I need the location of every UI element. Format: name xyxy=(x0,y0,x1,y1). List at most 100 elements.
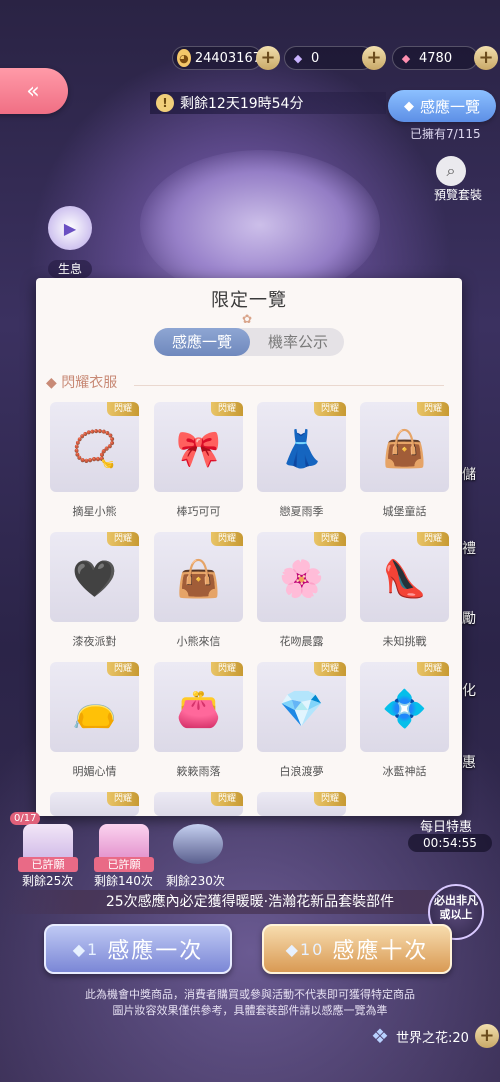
item-image: 🎀 xyxy=(176,428,221,470)
item-image: 👝 xyxy=(72,688,117,730)
item-name: 摘星小熊 xyxy=(72,505,117,518)
wish-remaining: 剩餘25次 xyxy=(22,874,74,888)
story-play-button[interactable]: ▶ xyxy=(48,206,92,250)
draw-ten-label: 感應十次 xyxy=(332,939,429,964)
item-image: 👜 xyxy=(382,428,427,470)
draw-once-button[interactable]: ◆1 感應一次 xyxy=(44,924,232,974)
item-card-partial[interactable]: 閃耀 xyxy=(154,792,243,816)
item-image: 🖤 xyxy=(72,558,117,600)
gem-add-button[interactable]: + xyxy=(474,46,498,70)
item-image: 💠 xyxy=(382,688,427,730)
coin-add-button[interactable]: + xyxy=(256,46,280,70)
back-button[interactable]: « xyxy=(0,68,68,114)
item-card[interactable]: 👜 閃耀 xyxy=(360,402,449,492)
side-menu-item[interactable]: 化 xyxy=(462,680,476,700)
item-image: 💎 xyxy=(279,688,324,730)
item-name: 棒巧可可 xyxy=(176,505,221,518)
coin-counter: ◕ 24403167 xyxy=(172,46,262,70)
item-card[interactable]: 🌸 閃耀 xyxy=(257,532,346,622)
wish-remaining: 剩餘230次 xyxy=(166,874,225,888)
wish-slot[interactable]: 已許願 xyxy=(94,824,154,872)
shining-tag: 閃耀 xyxy=(314,532,346,546)
crystal-icon: ◆ xyxy=(403,98,414,114)
limited-list-dialog: 限定一覽 ✿ 感應一覽 機率公示 ◆ 閃耀衣服 📿 閃耀 摘星小熊 🎀 閃耀 棒巧可可 👗 閃… xyxy=(36,278,462,816)
item-card[interactable]: 💠 閃耀 xyxy=(360,662,449,752)
item-card[interactable]: 🖤 閃耀 xyxy=(50,532,139,622)
preview-outfit-label: 預覽套裝 xyxy=(434,188,483,202)
coin-value: 24403167 xyxy=(194,50,261,66)
crystal-icon: ◆10 xyxy=(285,939,325,959)
daily-deal-timer: 00:54:55 xyxy=(408,834,492,852)
tab-gacha-list[interactable]: 感應一覽 xyxy=(154,328,250,356)
flower-ornament-icon: ✿ xyxy=(242,312,253,326)
gem-value: 4780 xyxy=(419,50,453,66)
diamond-value: 0 xyxy=(311,50,320,66)
side-menu-item[interactable]: 勵 xyxy=(462,608,476,628)
wish-item-image xyxy=(173,824,223,864)
item-card[interactable]: 👗 閃耀 xyxy=(257,402,346,492)
shining-tag: 閃耀 xyxy=(314,402,346,416)
item-card[interactable]: 🎀 閃耀 xyxy=(154,402,243,492)
wish-remaining: 剩餘140次 xyxy=(94,874,153,888)
wish-slot[interactable] xyxy=(168,824,228,872)
exclamation-icon: ! xyxy=(156,94,174,112)
preview-outfit-button[interactable]: ⌕ xyxy=(436,156,466,186)
shining-tag: 閃耀 xyxy=(211,402,243,416)
item-card[interactable]: 👜 閃耀 xyxy=(154,532,243,622)
draw-ten-button[interactable]: ◆10 感應十次 xyxy=(262,924,452,974)
wish-slot[interactable]: 已許願 xyxy=(18,824,78,872)
shining-tag: 閃耀 xyxy=(417,662,449,676)
item-card[interactable]: 👛 閃耀 xyxy=(154,662,243,752)
side-menu-item[interactable]: 儲 xyxy=(462,464,476,484)
item-card-partial[interactable]: 閃耀 xyxy=(257,792,346,816)
item-card[interactable]: 👠 閃耀 xyxy=(360,532,449,622)
item-image: 👛 xyxy=(176,688,221,730)
dialog-tabs: 感應一覽 機率公示 xyxy=(154,328,344,356)
item-name: 小熊來信 xyxy=(176,635,221,648)
side-menu-item[interactable]: 惠 xyxy=(462,752,476,772)
item-name: 花吻晨露 xyxy=(279,635,324,648)
item-name: 白浪渡夢 xyxy=(279,765,324,778)
side-menu-item[interactable]: 禮 xyxy=(462,538,476,558)
gacha-list-button[interactable]: ◆ 感應一覽 xyxy=(388,90,496,122)
item-name: 未知挑戰 xyxy=(382,635,427,648)
crystal-icon: ◆1 xyxy=(72,939,100,959)
timer-text: 剩餘12天19時54分 xyxy=(180,96,304,112)
tab-probability[interactable]: 機率公示 xyxy=(252,328,344,356)
disclaimer-line-1: 此為機會中獎商品，消費者購買或參與活動不代表即可獲得特定商品 xyxy=(85,988,415,1001)
gacha-list-label: 感應一覽 xyxy=(419,97,480,116)
world-flower-add-button[interactable]: + xyxy=(474,1024,499,1048)
item-card[interactable]: 💎 閃耀 xyxy=(257,662,346,752)
item-image: 🌸 xyxy=(279,558,324,600)
item-card[interactable]: 👝 閃耀 xyxy=(50,662,139,752)
item-name: 戀夏雨季 xyxy=(279,505,324,518)
shining-tag: 閃耀 xyxy=(417,532,449,546)
diamond-bullet-icon: ◆ xyxy=(46,375,62,391)
diamond-add-button[interactable]: + xyxy=(362,46,386,70)
dialog-title: 限定一覽 xyxy=(211,290,287,311)
double-chevron-left-icon: « xyxy=(26,78,40,104)
item-image: 📿 xyxy=(72,428,117,470)
item-card[interactable]: 📿 閃耀 xyxy=(50,402,139,492)
cat-coin-icon: ◕ xyxy=(177,49,191,67)
shining-tag: 閃耀 xyxy=(107,532,139,546)
world-flower-value: 世界之花:20 xyxy=(396,1030,469,1046)
wish-status: 已許願 xyxy=(94,857,154,872)
item-name: 明媚心情 xyxy=(72,765,117,778)
gem-counter: ◆ 4780 xyxy=(392,46,478,70)
diamond-icon: ◆ xyxy=(293,51,303,65)
pink-gem-icon: ◆ xyxy=(401,51,411,65)
shining-tag: 閃耀 xyxy=(211,532,243,546)
story-label: 生息 xyxy=(48,260,92,278)
shining-tag: 閃耀 xyxy=(211,662,243,676)
section-divider xyxy=(134,385,444,386)
item-image: 👠 xyxy=(382,558,427,600)
guarantee-banner: 25次感應內必定獲得暖暖·浩瀚花新品套裝部件 xyxy=(0,890,500,914)
item-card-partial[interactable]: 閃耀 xyxy=(50,792,139,816)
event-timer: ! 剩餘12天19時54分 xyxy=(150,92,386,114)
world-flower-icon: ❖ xyxy=(371,1024,389,1048)
shining-tag: 閃耀 xyxy=(314,662,346,676)
section-title: ◆ 閃耀衣服 xyxy=(46,375,118,391)
daily-deal-label[interactable]: 每日特惠 xyxy=(420,816,472,835)
draw-once-label: 感應一次 xyxy=(107,939,204,964)
